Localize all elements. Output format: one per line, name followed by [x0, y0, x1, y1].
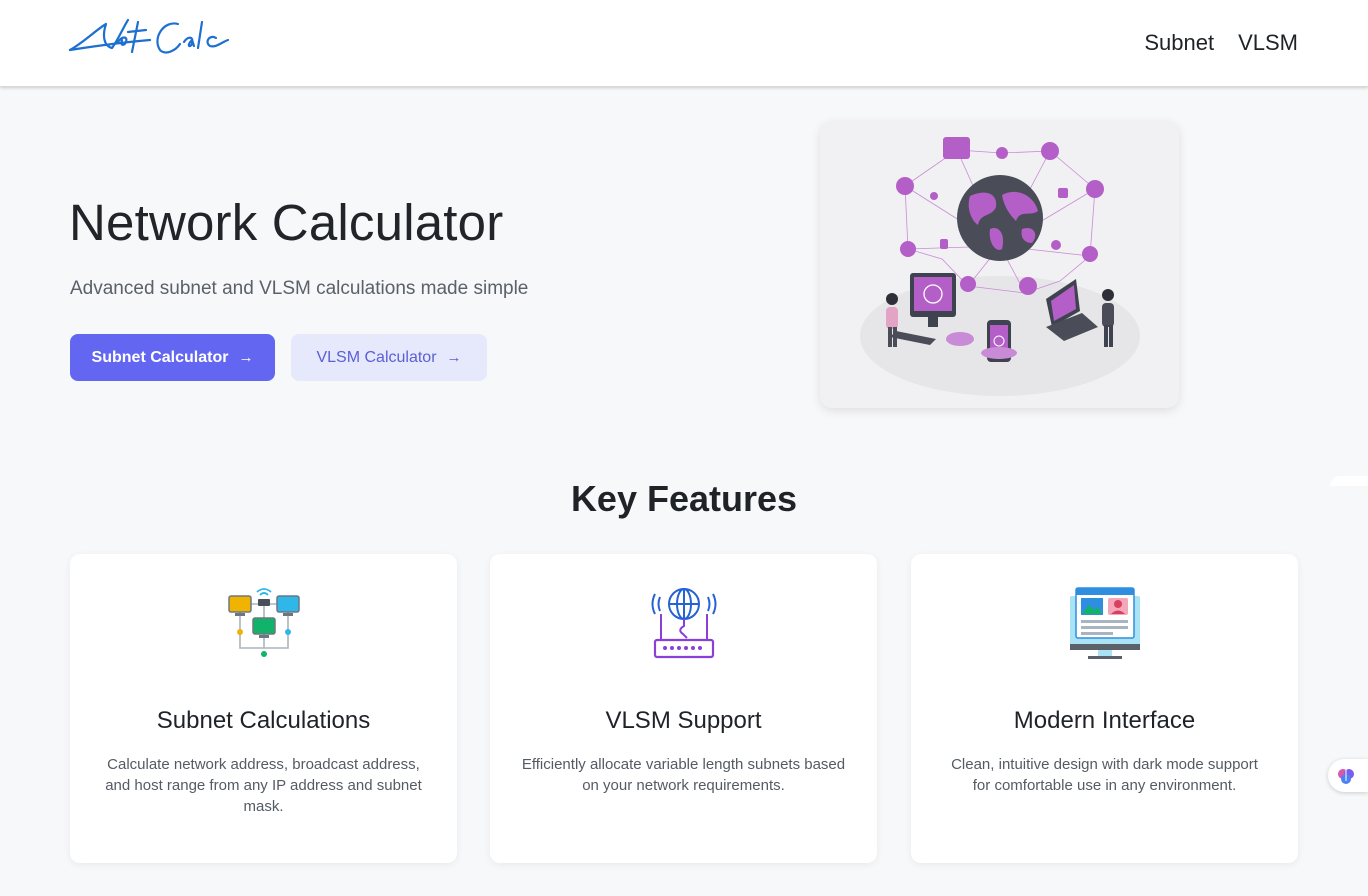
arrow-right-icon: → — [238, 349, 254, 366]
subnet-calculator-button-label: Subnet Calculator — [91, 348, 229, 366]
key-features-heading: Key Features — [570, 478, 798, 519]
nav-links: Subnet VLSM — [1144, 30, 1298, 56]
network-topology-icon — [228, 588, 300, 657]
hero-subtitle: Advanced subnet and VLSM calculations ma… — [70, 278, 529, 299]
brain-icon — [1338, 768, 1354, 784]
feature-card-subnet: Subnet Calculations Calculate network ad… — [70, 554, 457, 863]
network-globe-illustration — [860, 137, 1140, 396]
vlsm-calculator-button-label: VLSM Calculator — [316, 348, 437, 366]
feature-card-vlsm: VLSM Support Efficiently allocate variab… — [490, 554, 877, 863]
monitor-ui-icon — [1070, 587, 1140, 659]
navbar: Subnet VLSM — [0, 0, 1368, 87]
feature-title: VLSM Support — [605, 707, 762, 734]
subnet-calculator-button[interactable]: Subnet Calculator → — [70, 334, 275, 381]
arrow-right-icon: → — [446, 349, 462, 366]
feature-description: Efficiently allocate variable length sub… — [521, 756, 846, 794]
feature-title: Modern Interface — [1013, 707, 1196, 734]
floating-panel-edge — [1330, 476, 1368, 486]
feature-card-interface: Modern Interface Clean, intuitive design… — [911, 554, 1298, 863]
netcalc-logo[interactable] — [66, 12, 236, 62]
hero-illustration-card — [820, 121, 1179, 408]
assistant-widget-button[interactable] — [1328, 759, 1368, 792]
feature-title: Subnet Calculations — [156, 707, 371, 734]
router-globe-icon — [651, 588, 717, 659]
feature-description: Clean, intuitive design with dark mode s… — [951, 756, 1258, 794]
feature-description: Calculate network address, broadcast add… — [105, 756, 422, 815]
vlsm-calculator-button[interactable]: VLSM Calculator → — [291, 334, 487, 381]
hero-title: Network Calculator — [69, 194, 504, 251]
nav-link-subnet[interactable]: Subnet — [1144, 30, 1214, 56]
nav-link-vlsm[interactable]: VLSM — [1238, 30, 1298, 56]
